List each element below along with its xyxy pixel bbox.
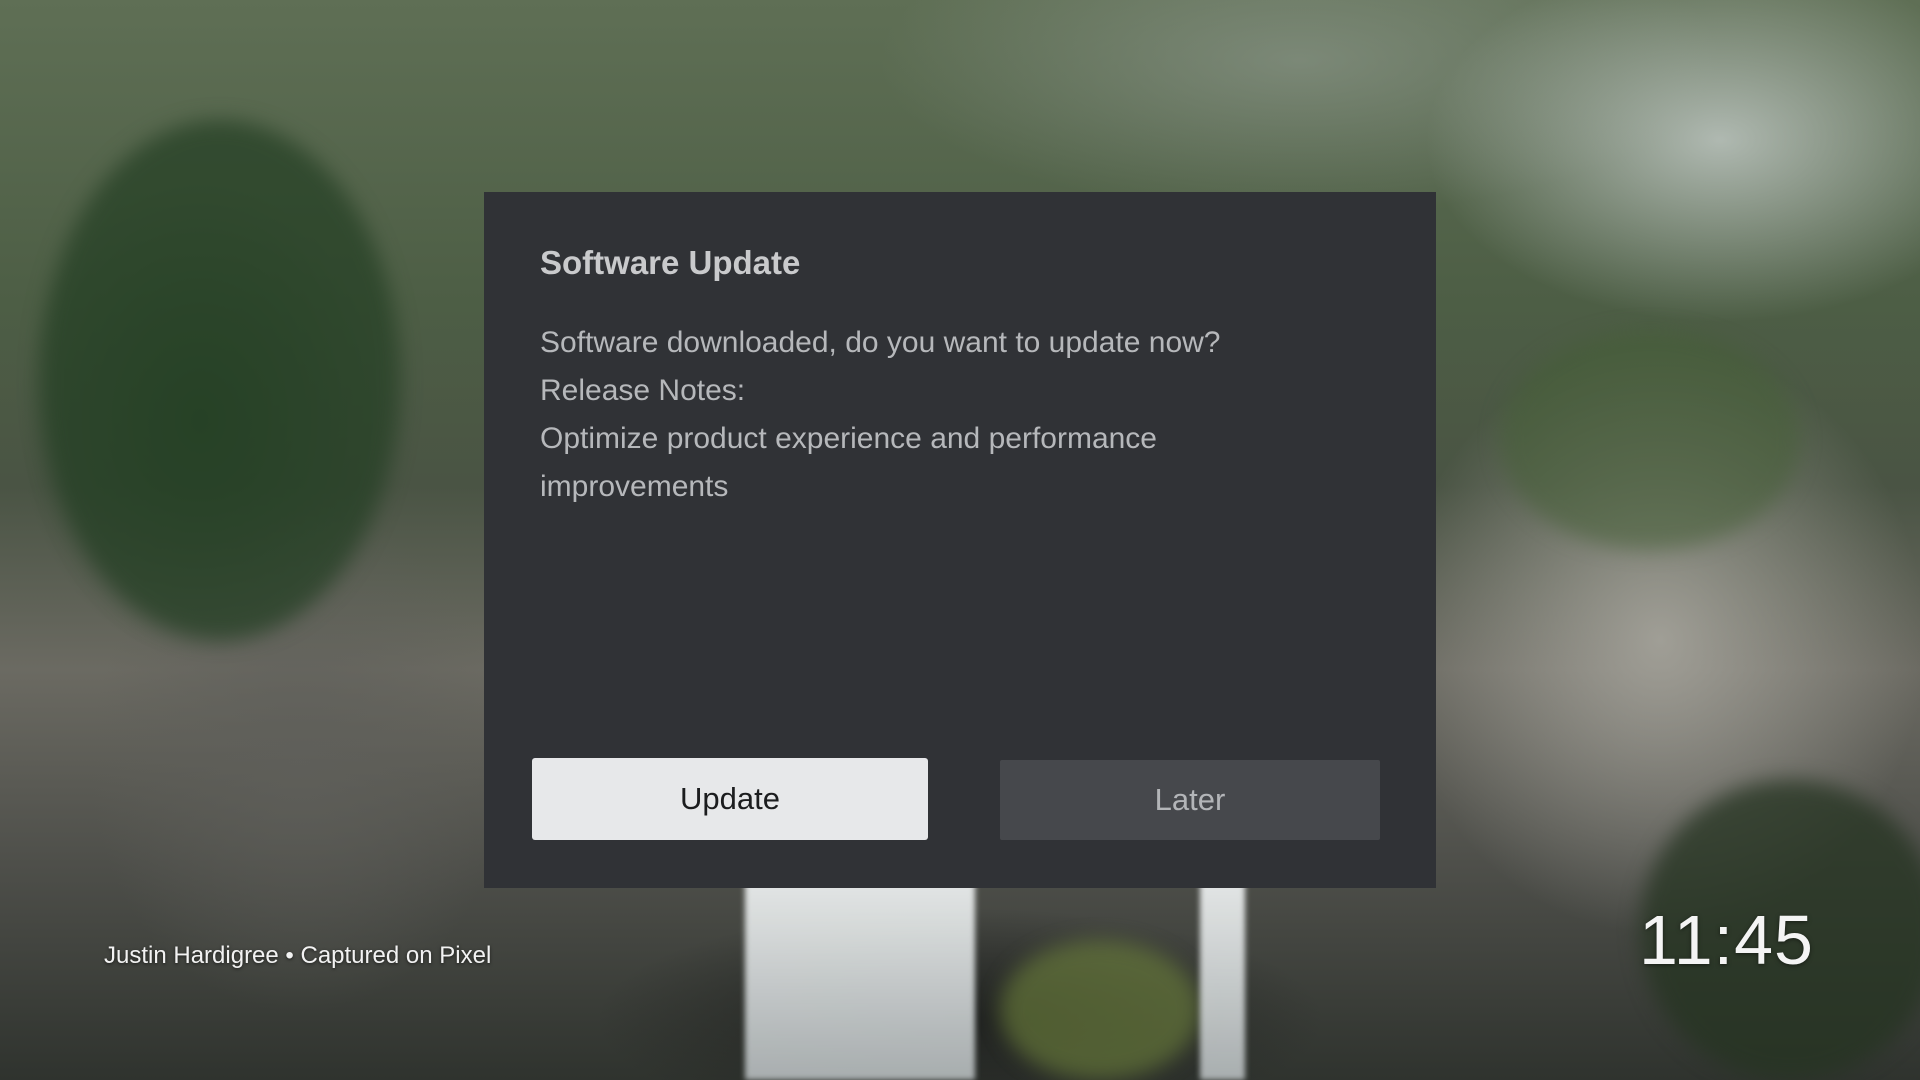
software-update-dialog: Software Update Software downloaded, do … [484,192,1436,888]
photo-attribution: Justin Hardigree • Captured on Pixel [104,942,492,969]
dialog-body: Software downloaded, do you want to upda… [540,319,1300,511]
release-notes-label: Release Notes: [540,374,746,407]
update-button[interactable]: Update [532,758,928,840]
clock: 11:45 [1639,901,1814,979]
foliage-decoration [1000,940,1200,1080]
waterfall-decoration [1200,880,1245,1080]
foliage-decoration [1500,330,1800,550]
dialog-title: Software Update [540,244,801,281]
release-notes-text: Optimize product experience and performa… [540,422,1157,503]
update-message: Software downloaded, do you want to upda… [540,326,1221,359]
ambient-screensaver: Software Update Software downloaded, do … [0,0,1920,1080]
later-button[interactable]: Later [1000,760,1380,840]
waterfall-decoration [745,880,975,1080]
foliage-decoration [40,120,400,640]
